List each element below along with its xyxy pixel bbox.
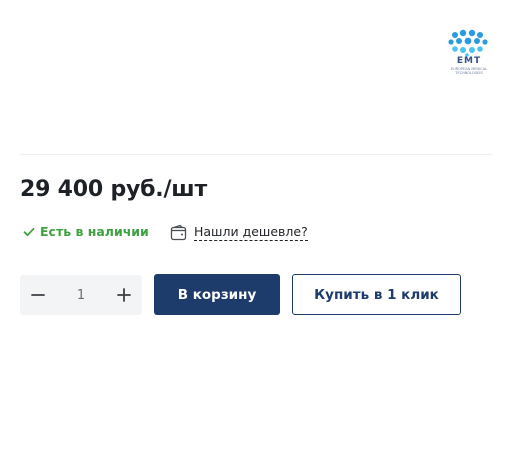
wallet-icon [170, 224, 187, 241]
product-price: 29 400 руб./шт [20, 177, 208, 202]
decrement-button[interactable] [20, 275, 56, 315]
divider [20, 154, 492, 155]
quantity-stepper [20, 275, 142, 315]
logo-mark-icon [448, 29, 488, 57]
logo-subtext: EUROPEAN MEDICAL TECHNOLOGIES [450, 67, 488, 75]
add-to-cart-button[interactable]: В корзину [154, 274, 280, 315]
increment-button[interactable] [106, 275, 142, 315]
stock-status-label: Есть в наличии [40, 224, 149, 239]
stock-status: Есть в наличии [23, 224, 149, 239]
logo-text: EMT [456, 56, 482, 66]
check-icon [23, 227, 35, 236]
found-cheaper-link[interactable]: Нашли дешевле? [170, 224, 308, 241]
found-cheaper-label[interactable]: Нашли дешевле? [194, 224, 308, 241]
brand-logo[interactable]: EMT EUROPEAN MEDICAL TECHNOLOGIES [447, 29, 491, 77]
minus-icon [31, 294, 45, 296]
plus-icon [117, 288, 131, 302]
quantity-input[interactable] [61, 287, 101, 303]
buy-one-click-button[interactable]: Купить в 1 клик [292, 274, 461, 315]
